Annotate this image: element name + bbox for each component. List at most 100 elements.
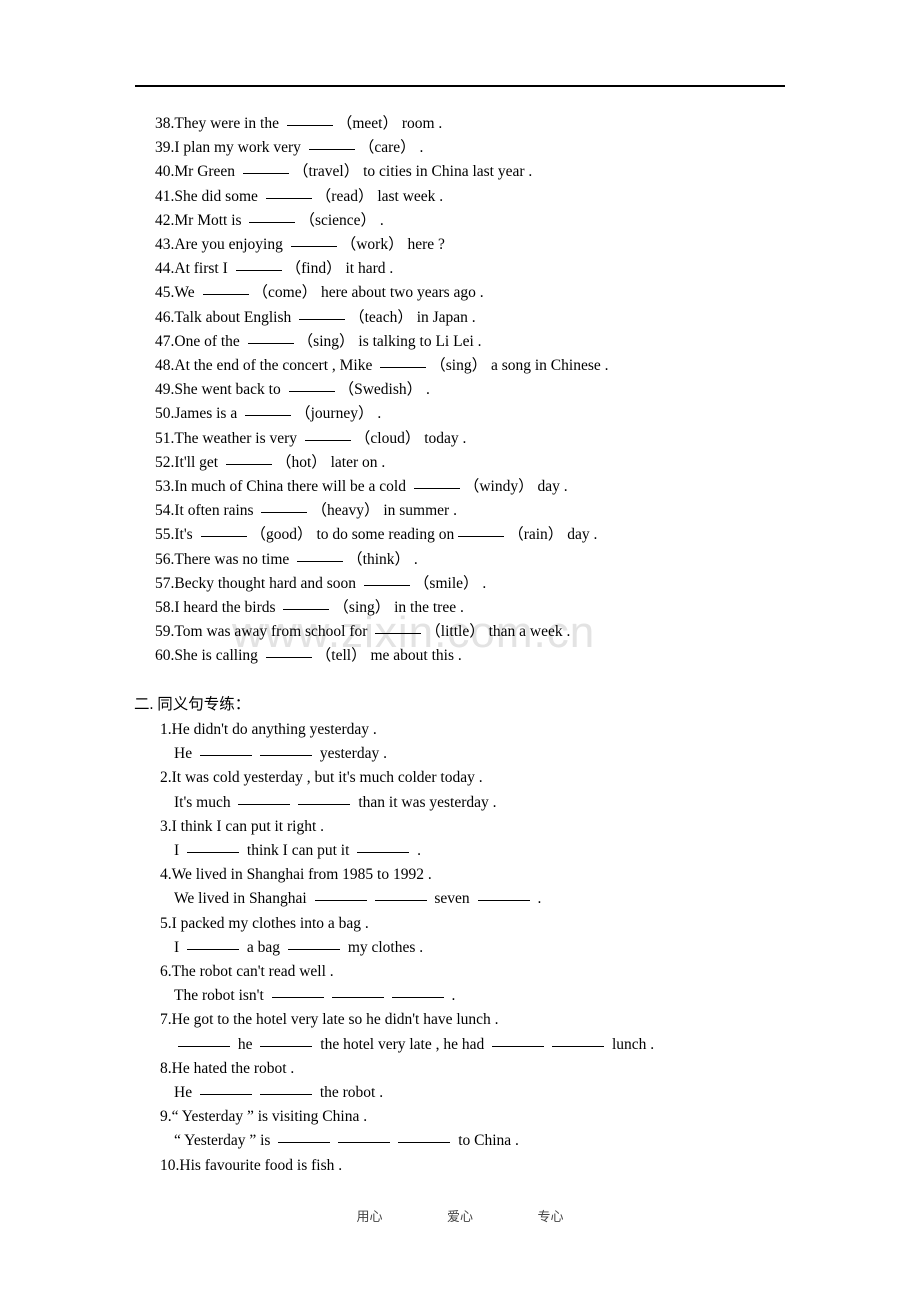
item-number: 55. [155,526,175,544]
word-hint: （read） [315,187,374,205]
item-number: 50. [155,405,175,423]
item-number: 52. [155,453,175,471]
answer-blank[interactable] [260,1045,313,1047]
item-number: 1. [160,721,172,738]
header-divider [135,85,785,87]
word-hint: （sing） [333,599,391,617]
answer-pre: He [174,745,196,763]
sentence-post: is talking to Li Lei . [354,332,482,350]
answer-blank[interactable] [290,246,337,248]
answer-blank[interactable] [247,342,294,344]
item-number: 43. [155,236,175,254]
item-number: 38. [155,115,175,132]
answer-blank[interactable] [308,149,355,151]
synonym-question: 1. He didn't do anything yesterday . [160,718,880,742]
answer-blank[interactable] [297,560,344,562]
answer-blank[interactable] [265,197,312,199]
synonym-question: 5. I packed my clothes into a bag . [160,912,880,936]
item-number: 2. [160,769,172,787]
word-hint: （science） [299,211,377,229]
sentence-post: day . [533,478,568,496]
word-hint: （heavy） [311,502,380,520]
sentence-pre: It's [174,526,197,544]
answer-blank[interactable] [199,1094,252,1096]
answer-post: my clothes . [343,938,424,956]
answer-blank[interactable] [242,173,289,175]
answer-blank[interactable] [283,609,330,611]
answer-blank[interactable] [338,1142,391,1144]
answer-blank[interactable] [288,391,335,393]
answer-blank[interactable] [187,948,240,950]
exercise-line: 57. Becky thought hard and soon （smile） … [155,572,855,596]
answer-blank[interactable] [331,997,384,999]
answer-blank[interactable] [238,803,291,805]
sentence-pre: In much of China there will be a cold [174,478,410,496]
answer-blank[interactable] [225,463,272,465]
item-number: 60. [155,647,175,665]
answer-blank[interactable] [375,633,422,635]
sentence-post: room . [397,115,443,132]
exercise-line: 41. She did some （read） last week . [155,185,855,209]
answer-blank[interactable] [299,318,346,320]
synonym-question: 4. We lived in Shanghai from 1985 to 199… [160,863,880,887]
sentence-pre: One of the [174,332,244,350]
answer-blank[interactable] [199,755,252,757]
answer-blank[interactable] [357,852,410,854]
sentence-post: to cities in China last year . [359,163,533,181]
answer-blank[interactable] [287,948,340,950]
answer-blank[interactable] [314,900,367,902]
footer-item-1: 用心 [356,1209,383,1224]
answer-blank[interactable] [374,900,427,902]
answer-blank[interactable] [304,439,351,441]
answer-blank[interactable] [413,488,460,490]
item-number: 51. [155,429,175,447]
item-number: 8. [160,1059,172,1077]
answer-blank[interactable] [286,125,333,126]
answer-blank[interactable] [245,415,292,417]
answer-blank[interactable] [380,367,427,369]
answer-blank[interactable] [265,657,312,659]
exercise-line: 47. One of the （sing） is talking to Li L… [155,330,855,354]
answer-blank[interactable] [178,1045,230,1047]
synonym-question: 2. It was cold yesterday , but it's much… [160,766,880,790]
sentence-post: me about this . [366,647,462,665]
sentence-post: in the tree . [390,599,464,617]
answer-blank[interactable] [200,536,247,538]
answer-blank[interactable] [259,1094,312,1096]
word-hint: （teach） [349,308,413,326]
answer-blank[interactable] [278,1142,331,1144]
answer-blank[interactable] [398,1142,451,1144]
exercise-line: 58. I heard the birds （sing） in the tree… [155,596,855,620]
synonym-answer: We lived in Shanghai seven . [160,887,880,911]
sentence-post: . [410,550,418,568]
item-number: 53. [155,478,175,496]
exercise-line: 50. James is a （journey） . [155,402,855,426]
sentence-post: later on . [326,453,386,471]
answer-blank[interactable] [477,900,530,902]
answer-blank[interactable] [492,1045,545,1047]
word-hint: （cloud） [354,429,421,447]
answer-blank[interactable] [249,221,296,223]
sentence-post: . [415,139,424,157]
answer-blank[interactable] [391,997,444,999]
answer-blank[interactable] [271,997,324,999]
answer-blank[interactable] [552,1045,605,1047]
sentence-pre: She did some [174,187,262,205]
answer-blank[interactable] [235,270,282,272]
answer-blank[interactable] [298,803,351,805]
answer-pre: I [174,842,184,860]
answer-post: yesterday . [315,745,387,763]
item-number: 4. [160,866,172,884]
answer-blank[interactable] [458,536,505,538]
exercise-line: 38. They were in the （meet） room . [155,112,855,136]
answer-blank[interactable] [187,852,240,854]
exercise-line: 54. It often rains （heavy） in summer . [155,499,855,523]
answer-pre: I [174,938,184,956]
answer-post: . [533,890,542,908]
item-number: 3. [160,817,172,835]
answer-blank[interactable] [261,512,308,514]
sentence-pre: Mr Mott is [174,211,246,229]
answer-blank[interactable] [363,584,410,586]
answer-blank[interactable] [202,294,249,296]
answer-blank[interactable] [259,755,312,757]
